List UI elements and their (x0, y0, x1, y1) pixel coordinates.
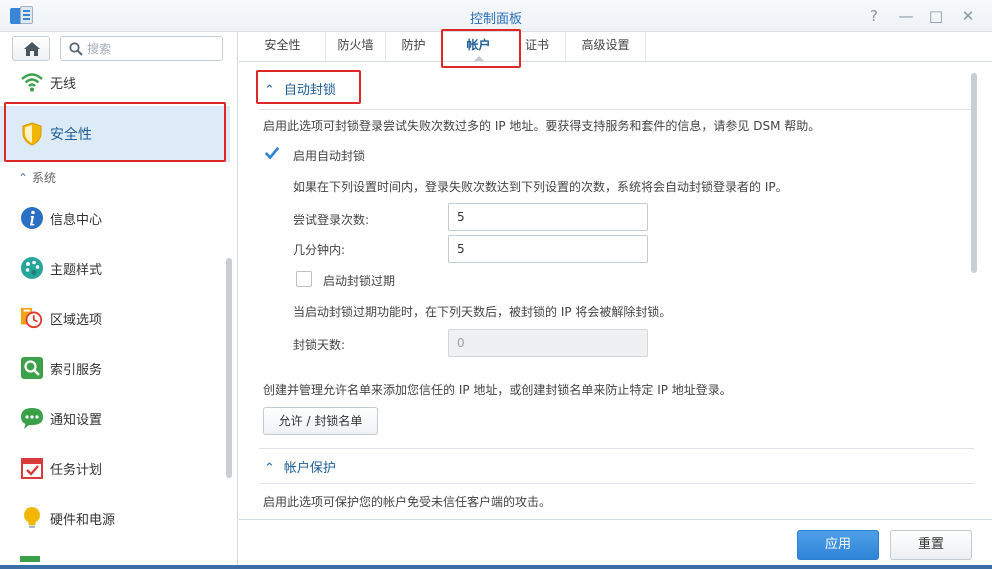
divider (259, 483, 974, 484)
calendar-check-icon (21, 458, 43, 479)
chevron-up-icon: ⌃ (264, 461, 275, 476)
list-description: 创建并管理允许名单来添加您信任的 IP 地址，或创建封锁名单来防止特定 IP 地… (263, 383, 732, 397)
section-system-label: 系统 (32, 171, 57, 185)
sidebar-item-hardware-power[interactable]: 硬件和电源 (0, 494, 230, 542)
security-highlight-box (4, 102, 226, 162)
sidebar-item-label: 信息中心 (50, 213, 103, 228)
autoblock-highlight-box (256, 70, 361, 104)
enable-autoblock-label[interactable]: 启用自动封锁 (293, 147, 365, 164)
account-protection-description: 启用此选项可保护您的帐户免受未信任客户端的攻击。 (263, 495, 552, 509)
tab-security[interactable]: 安全性 (255, 32, 310, 61)
info-icon (21, 207, 43, 229)
minimize-button[interactable]: — (896, 6, 916, 26)
next-item-icon-partial (20, 556, 40, 562)
sidebar-item-label: 主题样式 (50, 263, 103, 278)
footer-bar: 应用 重置 (239, 519, 992, 569)
home-icon (24, 42, 40, 56)
attempts-label: 尝试登录次数: (293, 213, 370, 227)
minutes-input[interactable]: 5 (448, 235, 648, 263)
calendar-clock-icon (20, 307, 43, 329)
sidebar-item-task-scheduler[interactable]: 任务计划 (0, 444, 230, 492)
tab-bar: 安全性 防火墙 防护 帐户 证书 高级设置 (239, 32, 992, 62)
main-content: ⌃ 自动封锁 启用此选项可封锁登录尝试失败次数过多的 IP 地址。要获得支持服务和… (239, 63, 992, 519)
sidebar-scrollbar[interactable] (226, 258, 232, 478)
sidebar-item-label: 无线 (50, 77, 77, 92)
minutes-label: 几分钟内: (293, 243, 346, 257)
sidebar-item-label: 区域选项 (50, 313, 103, 328)
palette-icon (21, 257, 43, 279)
sidebar-item-info-center[interactable]: 信息中心 (0, 194, 230, 242)
expire-checkbox[interactable] (296, 271, 312, 287)
magnifier-icon (21, 357, 43, 379)
reset-button[interactable]: 重置 (890, 530, 972, 560)
divider (259, 448, 974, 449)
tab-advanced[interactable]: 高级设置 (565, 32, 645, 61)
chevron-up-icon: ⌃ (18, 171, 29, 185)
checkmark-icon[interactable] (264, 145, 280, 161)
content-scrollbar[interactable] (971, 73, 977, 273)
expire-label[interactable]: 启动封锁过期 (323, 272, 395, 289)
divider (259, 109, 974, 110)
home-button[interactable] (12, 36, 50, 61)
sidebar-item-notification[interactable]: 通知设置 (0, 394, 230, 442)
sidebar-item-label: 索引服务 (50, 363, 103, 378)
tab-protection[interactable]: 防护 (385, 32, 441, 61)
section-system-header[interactable]: ⌃ 系统 (18, 169, 56, 186)
tab-firewall[interactable]: 防火墙 (325, 32, 385, 61)
expire-text: 当启动封锁过期功能时，在下列天数后，被封锁的 IP 将会被解除封锁。 (293, 305, 672, 319)
sidebar-item-regional-options[interactable]: 区域选项 (0, 294, 230, 342)
sidebar: 无线 安全性 ⌃系统 信息中心 主题样式 (0, 32, 238, 569)
wifi-icon (21, 73, 43, 92)
chat-bubble-icon (21, 408, 43, 429)
account-protection-title: 帐户保护 (283, 461, 336, 476)
window-title: 控制面板 (469, 12, 522, 27)
sidebar-item-label: 硬件和电源 (50, 513, 116, 528)
sidebar-item-label: 任务计划 (50, 463, 103, 478)
tab-divider (645, 32, 646, 61)
autoblock-description: 启用此选项可封锁登录尝试失败次数过多的 IP 地址。要获得支持服务和套件的信息，… (263, 119, 821, 133)
account-protection-section-header[interactable]: ⌃ 帐户保护 (264, 457, 336, 476)
attempts-input[interactable]: 5 (448, 203, 648, 231)
help-button[interactable]: ? (864, 6, 884, 26)
autoblock-rule-text: 如果在下列设置时间内，登录失败次数达到下列设置的次数，系统将会自动封锁登录者的 … (293, 180, 788, 194)
apply-button[interactable]: 应用 (797, 530, 879, 560)
search-input[interactable] (87, 40, 217, 57)
search-box[interactable] (60, 36, 223, 61)
sidebar-item-wireless[interactable]: 无线 (0, 62, 230, 102)
bulb-icon (24, 507, 40, 528)
sidebar-item-label: 通知设置 (50, 413, 103, 428)
sidebar-item-theme[interactable]: 主题样式 (0, 244, 230, 292)
title-bar: 控制面板 ? — □ ✕ (0, 0, 992, 32)
allow-block-list-button[interactable]: 允许 / 封锁名单 (263, 407, 378, 435)
maximize-button[interactable]: □ (926, 6, 946, 26)
search-icon (69, 42, 83, 56)
days-input[interactable]: 0 (448, 329, 648, 357)
sidebar-item-indexing-service[interactable]: 索引服务 (0, 344, 230, 392)
close-button[interactable]: ✕ (958, 6, 978, 26)
days-label: 封锁天数: (293, 338, 346, 352)
window-bottom-edge (0, 565, 992, 569)
